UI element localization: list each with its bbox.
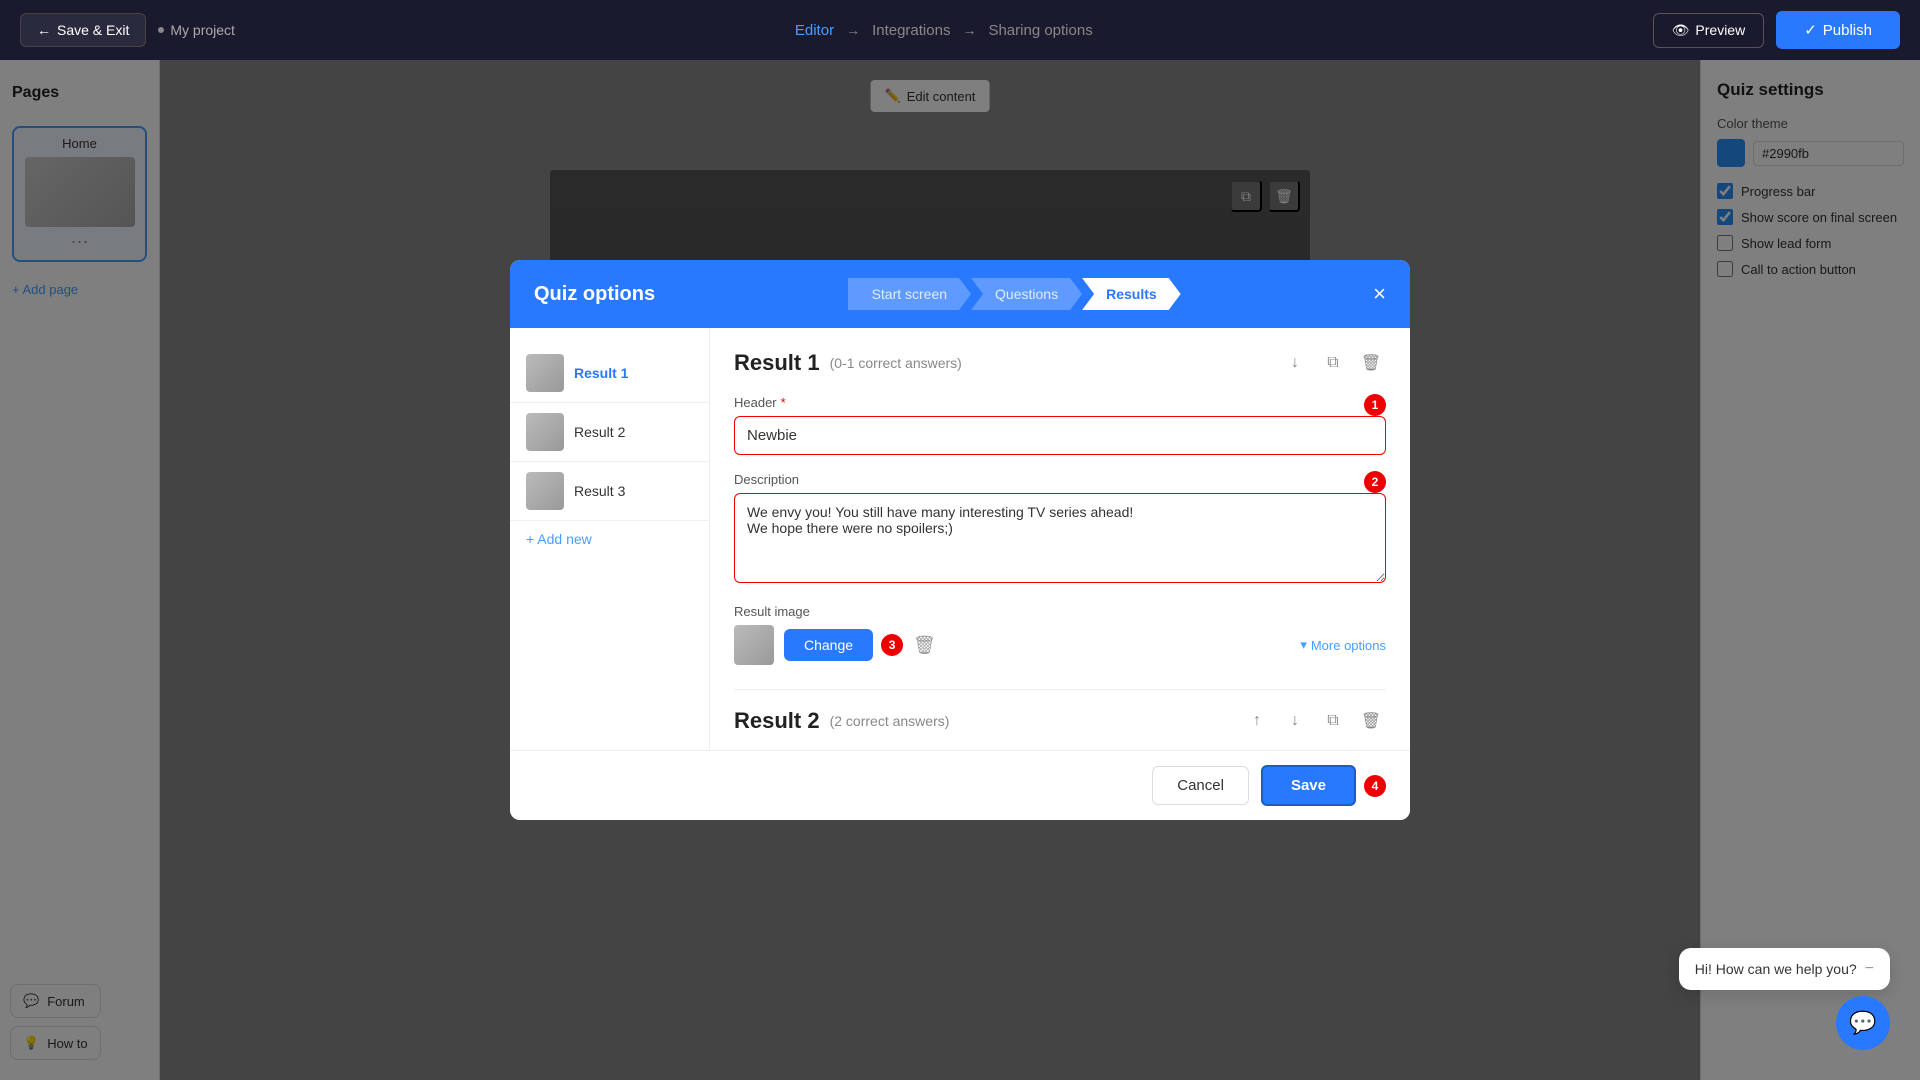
modal-step-results[interactable]: Results — [1082, 278, 1181, 310]
description-field-label: Description — [734, 472, 799, 487]
modal-footer: Cancel Save 4 — [510, 750, 1410, 820]
dot-icon — [158, 27, 164, 33]
result-1-duplicate-button[interactable]: ⧉ — [1318, 348, 1348, 378]
messenger-icon: 💬 — [1849, 1010, 1876, 1036]
modal-body: Result 1 Result 2 Result 3 + Add new — [510, 328, 1410, 750]
result-1-title-group: Result 1 (0-1 correct answers) — [734, 350, 962, 376]
result-2-subtitle: (2 correct answers) — [830, 713, 950, 729]
nav-steps: Editor → Integrations → Sharing options — [795, 22, 1093, 39]
result-2-thumbnail — [526, 413, 564, 451]
result-1-subtitle: (0-1 correct answers) — [830, 355, 962, 371]
result-item-1[interactable]: Result 1 — [510, 344, 709, 403]
cancel-button[interactable]: Cancel — [1152, 766, 1249, 805]
eye-icon: 👁 — [1672, 22, 1690, 39]
badge-3: 3 — [881, 634, 903, 656]
result-3-thumb-image — [526, 472, 564, 510]
result-2-section: Result 2 (2 correct answers) ↑ ↓ ⧉ 🗑 Hea… — [734, 689, 1386, 750]
header-label-row: Header * 1 — [734, 394, 1386, 416]
result-item-2[interactable]: Result 2 — [510, 403, 709, 462]
change-btn-group: Change 3 — [784, 629, 903, 661]
result-1-header-row: Result 1 (0-1 correct answers) ↓ ⧉ 🗑 — [734, 348, 1386, 378]
chat-close-button[interactable]: − — [1865, 960, 1874, 978]
result-2-title: Result 2 — [734, 708, 820, 734]
add-new-result-button[interactable]: + Add new — [510, 521, 709, 557]
header-field-label: Header * — [734, 395, 786, 410]
result-1-label: Result 1 — [574, 365, 628, 381]
modal-step-start-screen[interactable]: Start screen — [848, 278, 971, 310]
save-group: Save 4 — [1261, 765, 1386, 806]
result-1-image-field: Result image Change 3 🗑 ▾ More options — [734, 604, 1386, 665]
checkmark-icon: ✓ — [1804, 21, 1817, 39]
modal-close-button[interactable]: × — [1373, 283, 1386, 305]
modal-step-questions[interactable]: Questions — [971, 278, 1082, 310]
modal-title: Quiz options — [534, 283, 655, 306]
result-1-section: Result 1 (0-1 correct answers) ↓ ⧉ 🗑 Hea… — [734, 348, 1386, 665]
result-1-thumb-image — [526, 354, 564, 392]
chat-fab-button[interactable]: 💬 — [1836, 996, 1890, 1050]
result-1-thumb — [734, 625, 774, 665]
result-2-move-up-button[interactable]: ↑ — [1242, 706, 1272, 736]
chat-bubble: Hi! How can we help you? − — [1679, 948, 1890, 990]
result-1-more-options-button[interactable]: ▾ More options — [1300, 637, 1386, 653]
result-2-title-group: Result 2 (2 correct answers) — [734, 708, 949, 734]
result-item-3[interactable]: Result 3 — [510, 462, 709, 521]
modal-header: Quiz options Start screen Questions Resu… — [510, 260, 1410, 328]
result-1-delete-button[interactable]: 🗑 — [1356, 348, 1386, 378]
result-2-header-row: Result 2 (2 correct answers) ↑ ↓ ⧉ 🗑 — [734, 689, 1386, 736]
chat-message: Hi! How can we help you? — [1695, 961, 1857, 977]
badge-1: 1 — [1364, 394, 1386, 416]
result-1-description-textarea[interactable]: We envy you! You still have many interes… — [734, 493, 1386, 583]
modal-results-sidebar: Result 1 Result 2 Result 3 + Add new — [510, 328, 710, 750]
result-image-label: Result image — [734, 604, 1386, 619]
nav-left: ← Save & Exit My project — [20, 13, 235, 47]
result-1-delete-image-button[interactable]: 🗑 — [913, 635, 936, 656]
back-arrow-icon: ← — [37, 22, 51, 38]
badge-4: 4 — [1364, 775, 1386, 797]
nav-step-integrations[interactable]: Integrations — [872, 22, 950, 39]
top-navigation: ← Save & Exit My project Editor → Integr… — [0, 0, 1920, 60]
publish-button[interactable]: ✓ Publish — [1776, 11, 1900, 49]
quiz-options-modal: Quiz options Start screen Questions Resu… — [510, 260, 1410, 820]
nav-step-editor[interactable]: Editor — [795, 22, 834, 39]
project-name: My project — [158, 22, 235, 38]
chevron-down-icon: ▾ — [1300, 637, 1307, 653]
result-2-duplicate-button[interactable]: ⧉ — [1318, 706, 1348, 736]
nav-arrow-1: → — [846, 22, 860, 38]
result-2-delete-button[interactable]: 🗑 — [1356, 706, 1386, 736]
result-1-actions: ↓ ⧉ 🗑 — [1280, 348, 1386, 378]
nav-right: 👁 Preview ✓ Publish — [1653, 11, 1900, 49]
result-1-move-down-button[interactable]: ↓ — [1280, 348, 1310, 378]
save-exit-button[interactable]: ← Save & Exit — [20, 13, 146, 47]
nav-step-sharing[interactable]: Sharing options — [988, 22, 1092, 39]
result-2-actions: ↑ ↓ ⧉ 🗑 — [1242, 706, 1386, 736]
result-1-header-input[interactable] — [734, 416, 1386, 455]
result-1-change-image-button[interactable]: Change — [784, 629, 873, 661]
required-star: * — [781, 395, 786, 410]
result-2-thumb-image — [526, 413, 564, 451]
result-1-image-thumb — [734, 625, 774, 665]
result-3-label: Result 3 — [574, 483, 625, 499]
result-1-title: Result 1 — [734, 350, 820, 376]
result-1-description-field: Description 2 We envy you! You still hav… — [734, 471, 1386, 588]
save-button[interactable]: Save — [1261, 765, 1356, 806]
result-2-label: Result 2 — [574, 424, 625, 440]
modal-content: Result 1 (0-1 correct answers) ↓ ⧉ 🗑 Hea… — [710, 328, 1410, 750]
result-1-header-field: Header * 1 — [734, 394, 1386, 455]
preview-button[interactable]: 👁 Preview — [1653, 13, 1765, 48]
result-3-thumbnail — [526, 472, 564, 510]
image-controls-row: Change 3 🗑 ▾ More options — [734, 625, 1386, 665]
result-1-thumbnail — [526, 354, 564, 392]
description-label-row: Description 2 — [734, 471, 1386, 493]
nav-arrow-2: → — [962, 22, 976, 38]
modal-steps: Start screen Questions Results — [848, 278, 1181, 310]
badge-2: 2 — [1364, 471, 1386, 493]
result-2-move-down-button[interactable]: ↓ — [1280, 706, 1310, 736]
